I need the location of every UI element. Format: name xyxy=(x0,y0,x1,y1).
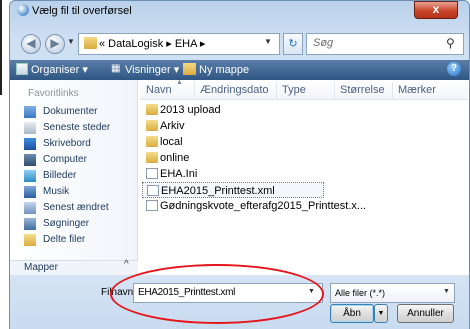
music-icon xyxy=(24,186,36,198)
list-item-folder[interactable]: local xyxy=(142,134,462,150)
new-folder-icon xyxy=(183,63,196,75)
file-name: online xyxy=(160,152,190,164)
column-header-name[interactable]: Navn xyxy=(141,82,195,100)
pictures-icon xyxy=(24,170,36,182)
sidebar-item-label: Delte filer xyxy=(43,234,86,245)
list-item-folder[interactable]: online xyxy=(142,150,462,166)
desktop-icon xyxy=(24,138,36,150)
list-item-file[interactable]: Gødningskvote_efterafg2015_Printtest.x..… xyxy=(142,198,462,214)
searches-icon xyxy=(24,218,36,230)
sidebar-item-label: Senest ændret xyxy=(43,202,109,213)
folder-icon xyxy=(146,104,158,115)
folders-label: Mapper xyxy=(24,262,58,273)
favorites-header: Favoritlinks xyxy=(28,88,79,99)
list-item-folder[interactable]: Arkiv xyxy=(142,118,462,134)
sidebar-item-label: Musik xyxy=(43,186,70,197)
xml-file-icon xyxy=(146,200,158,211)
column-header-type[interactable]: Type xyxy=(277,82,335,100)
organize-icon xyxy=(16,63,28,75)
search-placeholder: Søg xyxy=(313,37,334,49)
search-icon[interactable]: ⚲ xyxy=(446,36,460,50)
sidebar-item-label: Billeder xyxy=(43,170,77,181)
close-button[interactable]: x xyxy=(414,1,458,19)
recent-pages-dropdown-icon[interactable]: ▼ xyxy=(67,37,75,46)
file-type-value: Alle filer (*.*) xyxy=(335,288,386,298)
column-header-tags[interactable]: Mærker xyxy=(393,82,463,100)
sidebar-item-label: Computer xyxy=(43,154,87,165)
file-name: Arkiv xyxy=(160,120,185,132)
background-edge-line xyxy=(0,0,2,95)
cancel-button[interactable]: Annuller xyxy=(397,304,454,323)
recently-changed-icon xyxy=(24,202,36,214)
chevron-up-icon[interactable]: ^ xyxy=(124,259,129,270)
folder-icon xyxy=(146,152,158,163)
file-name: 2013 upload xyxy=(160,104,221,116)
file-name: EHA2015_Printtest.xml xyxy=(161,185,275,197)
file-name: EHA.Ini xyxy=(160,168,198,180)
column-header-date[interactable]: Ændringsdato xyxy=(195,82,277,100)
open-options-button[interactable]: ▼ xyxy=(374,304,388,323)
new-folder-button[interactable]: Ny mappe xyxy=(199,62,249,78)
back-button[interactable]: ◀ xyxy=(21,34,41,54)
xml-file-icon xyxy=(147,185,159,196)
window-app-icon xyxy=(17,4,29,16)
ini-file-icon xyxy=(146,168,158,179)
file-name: local xyxy=(160,136,183,148)
computer-icon xyxy=(24,154,36,166)
address-dropdown-icon[interactable]: ▼ xyxy=(262,37,274,46)
sidebar-item-label: Søgninger xyxy=(43,218,90,229)
folder-icon xyxy=(146,136,158,147)
window-title: Vælg fil til overførsel xyxy=(32,5,132,17)
breadcrumb[interactable]: « DataLogisk ▸ EHA ▸ xyxy=(99,37,205,51)
documents-icon xyxy=(24,106,36,118)
views-icon: ▦ xyxy=(111,63,121,74)
sidebar-item-label: Dokumenter xyxy=(43,106,98,117)
sidebar-item-label: Seneste steder xyxy=(43,122,111,133)
help-icon[interactable]: ? xyxy=(447,62,461,76)
open-button[interactable]: Åbn xyxy=(330,304,374,323)
list-item-file-selected[interactable]: EHA2015_Printtest.xml xyxy=(142,182,324,198)
folder-icon xyxy=(84,37,97,49)
highlight-annotation-ellipse xyxy=(110,264,324,324)
sidebar-item-label: Skrivebord xyxy=(43,138,91,149)
list-right-edge xyxy=(463,100,468,270)
forward-button[interactable]: ▶ xyxy=(45,34,65,54)
back-arrow-icon: ◀ xyxy=(26,36,36,50)
recent-places-icon xyxy=(24,122,36,134)
folder-icon xyxy=(146,120,158,131)
file-type-dropdown-icon[interactable]: ▼ xyxy=(443,288,450,295)
views-button[interactable]: Visninger ▾ xyxy=(125,62,179,78)
list-item-folder[interactable]: 2013 upload xyxy=(142,102,462,118)
forward-arrow-icon: ▶ xyxy=(50,36,60,50)
organize-button[interactable]: Organiser ▾ xyxy=(31,62,88,78)
shared-files-icon xyxy=(24,234,36,246)
list-item-file[interactable]: EHA.Ini xyxy=(142,166,462,182)
refresh-button[interactable]: ↻ xyxy=(283,33,303,55)
column-header-size[interactable]: Størrelse xyxy=(335,82,393,100)
file-name: Gødningskvote_efterafg2015_Printtest.x..… xyxy=(160,200,367,212)
